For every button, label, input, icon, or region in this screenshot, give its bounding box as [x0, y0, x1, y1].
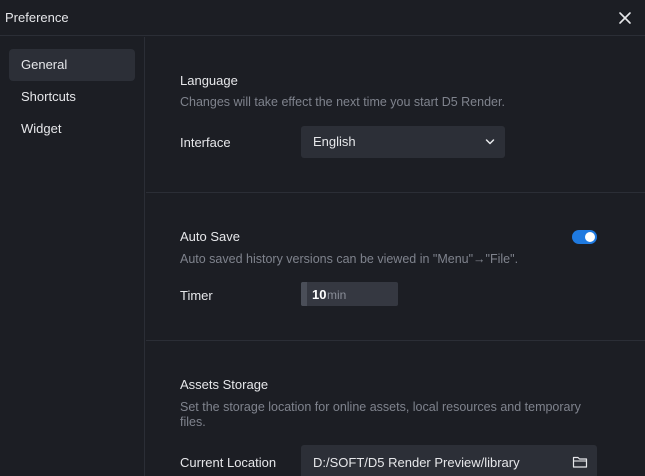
- toggle-knob: [585, 232, 595, 242]
- interface-language-select[interactable]: English: [301, 126, 505, 158]
- autosave-section: Auto Save Auto saved history versions ca…: [146, 193, 645, 340]
- browse-folder-button[interactable]: [572, 455, 588, 469]
- sidebar-item-label: Shortcuts: [21, 89, 76, 104]
- title-bar: Preference: [0, 0, 645, 36]
- close-button[interactable]: [615, 8, 635, 28]
- sidebar-item-label: Widget: [21, 121, 62, 136]
- settings-content: Language Changes will take effect the ne…: [146, 37, 645, 476]
- current-location-value: D:/SOFT/D5 Render Preview/library: [313, 455, 520, 470]
- current-location-field[interactable]: D:/SOFT/D5 Render Preview/library: [301, 445, 597, 476]
- folder-icon: [572, 456, 588, 468]
- sidebar-item-general[interactable]: General: [9, 49, 135, 81]
- assets-storage-section: Assets Storage Set the storage location …: [146, 341, 645, 476]
- sidebar-item-shortcuts[interactable]: Shortcuts: [9, 81, 135, 113]
- timer-label: Timer: [180, 288, 213, 303]
- interface-language-value: English: [313, 134, 356, 149]
- timer-value: 10: [312, 287, 327, 302]
- language-description: Changes will take effect the next time y…: [180, 95, 505, 109]
- timer-input[interactable]: 10 min: [301, 282, 398, 306]
- sidebar-item-label: General: [21, 57, 68, 72]
- timer-drag-handle[interactable]: [301, 282, 307, 306]
- language-title: Language: [180, 73, 238, 88]
- language-section: Language Changes will take effect the ne…: [146, 37, 645, 192]
- autosave-toggle[interactable]: [572, 230, 597, 244]
- chevron-down-icon: [485, 139, 495, 145]
- autosave-title: Auto Save: [180, 229, 240, 244]
- sidebar: General Shortcuts Widget: [0, 37, 145, 476]
- close-icon: [619, 12, 631, 24]
- assets-storage-title: Assets Storage: [180, 377, 269, 392]
- window-title: Preference: [5, 10, 69, 25]
- preference-window: Preference General Shortcuts Widget Lang…: [0, 0, 645, 476]
- interface-label: Interface: [180, 135, 231, 150]
- current-location-label: Current Location: [180, 455, 277, 470]
- autosave-description: Auto saved history versions can be viewe…: [180, 252, 519, 266]
- sidebar-item-widget[interactable]: Widget: [9, 113, 135, 145]
- assets-storage-description-cont: files.: [180, 415, 206, 429]
- timer-unit: min: [327, 288, 347, 302]
- assets-storage-description: Set the storage location for online asse…: [180, 400, 581, 414]
